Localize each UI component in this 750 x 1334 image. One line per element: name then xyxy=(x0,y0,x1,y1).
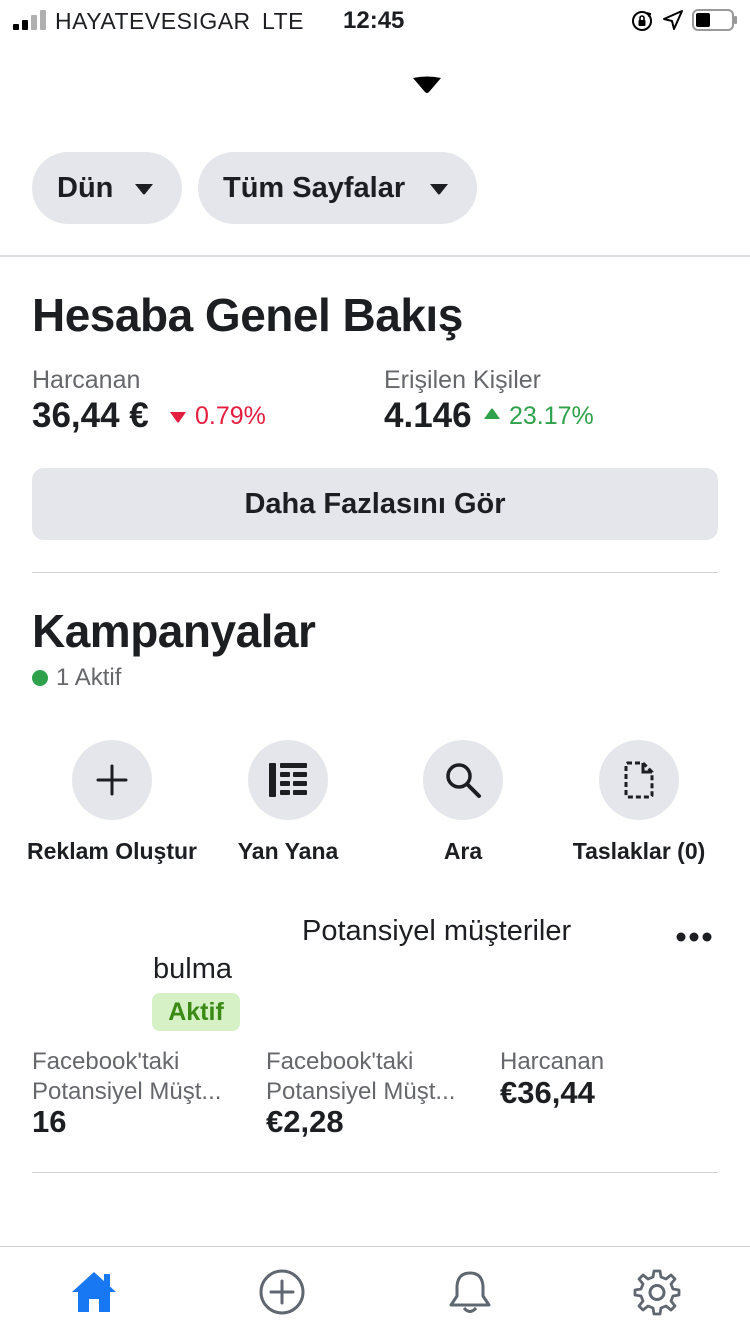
triangle-up-icon xyxy=(484,408,500,419)
plus-icon xyxy=(96,764,128,796)
amount-spent-label-text: Harcanan xyxy=(500,1048,605,1075)
draft-icon xyxy=(624,761,654,799)
account-dropdown-icon[interactable] xyxy=(412,76,442,94)
drafts-button[interactable] xyxy=(599,740,679,820)
settings-icon[interactable] xyxy=(633,1268,681,1316)
search-icon xyxy=(446,763,481,798)
reach-value: 4.146 xyxy=(384,396,472,435)
search-button[interactable] xyxy=(423,740,503,820)
battery-icon xyxy=(692,9,737,31)
notifications-icon[interactable] xyxy=(446,1268,494,1316)
results-label-line2: Potansiyel Müşt... xyxy=(32,1078,222,1105)
reach-label: Erişilen Kişiler xyxy=(384,366,541,394)
date-filter-label: Dün xyxy=(57,171,114,204)
section-divider xyxy=(0,255,750,257)
network-type: LTE xyxy=(262,8,304,34)
more-options-icon[interactable] xyxy=(676,930,712,944)
active-campaign-count: 1 Aktif xyxy=(56,664,122,691)
spent-label: Harcanan xyxy=(32,366,141,394)
chevron-down-icon xyxy=(430,184,448,195)
rotation-lock-icon xyxy=(632,11,652,31)
spent-delta: 0.79% xyxy=(195,402,266,430)
amount-spent-label: Harcanan xyxy=(500,1047,700,1077)
status-bar: HAYATEVESIGAR LTE 12:45 xyxy=(0,0,750,40)
home-icon[interactable] xyxy=(70,1268,118,1316)
create-icon[interactable] xyxy=(258,1268,306,1316)
campaign-name-continued[interactable]: bulma xyxy=(153,953,232,986)
side-by-side-label: Yan Yana xyxy=(237,838,339,864)
campaigns-title: Kampanyalar xyxy=(32,605,316,657)
signal-icon xyxy=(13,10,46,30)
amount-spent-value: €36,44 xyxy=(500,1075,595,1110)
location-icon xyxy=(663,10,683,30)
results-label: Facebook'taki Potansiyel Müşt... xyxy=(32,1047,232,1107)
date-filter-button[interactable]: Dün xyxy=(32,152,182,224)
triangle-down-icon xyxy=(170,412,186,423)
list-icon xyxy=(269,763,307,797)
overview-title: Hesaba Genel Bakış xyxy=(32,289,463,341)
spent-value: 36,44 € xyxy=(32,396,149,435)
pages-filter-button[interactable]: Tüm Sayfalar xyxy=(198,152,477,224)
active-status-dot xyxy=(32,670,48,686)
create-ad-button[interactable] xyxy=(72,740,152,820)
create-ad-label: Reklam Oluştur xyxy=(27,838,197,864)
section-divider xyxy=(32,1172,718,1173)
section-divider xyxy=(32,572,718,573)
reach-delta: 23.17% xyxy=(509,402,594,430)
status-time: 12:45 xyxy=(343,7,405,34)
status-badge: Aktif xyxy=(152,993,240,1031)
side-by-side-button[interactable] xyxy=(248,740,328,820)
chevron-down-icon xyxy=(135,184,153,195)
results-value: 16 xyxy=(32,1104,67,1139)
search-label: Ara xyxy=(443,838,483,864)
pages-filter-label: Tüm Sayfalar xyxy=(223,171,406,204)
cost-per-result-label: Facebook'taki Potansiyel Müşt... xyxy=(266,1047,466,1107)
results-label-line1: Facebook'taki xyxy=(32,1048,180,1075)
drafts-label: Taslaklar (0) xyxy=(572,838,706,864)
cost-per-result-value: €2,28 xyxy=(266,1104,344,1139)
cost-label-line2: Potansiyel Müşt... xyxy=(266,1078,456,1105)
cost-label-line1: Facebook'taki xyxy=(266,1048,414,1075)
see-more-button[interactable]: Daha Fazlasını Gör xyxy=(32,468,718,540)
campaign-name[interactable]: Potansiyel müşteriler xyxy=(302,915,571,948)
carrier-name: HAYATEVESIGAR xyxy=(55,8,251,34)
